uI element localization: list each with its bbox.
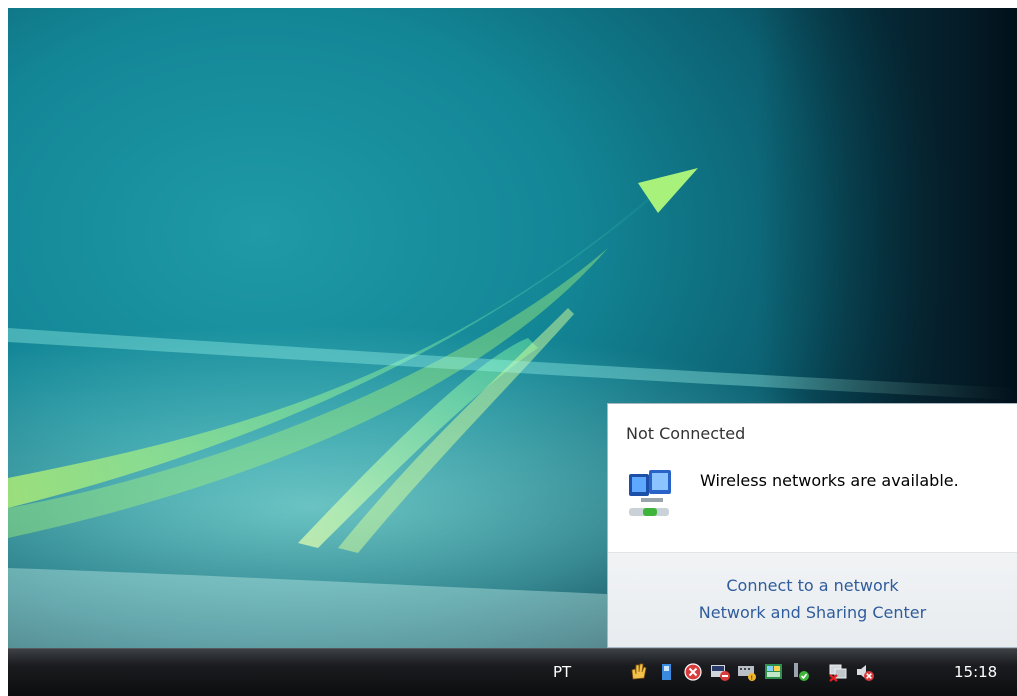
- notification-message: Wireless networks are available.: [700, 471, 959, 490]
- system-tray: !: [628, 659, 881, 685]
- window-icon[interactable]: [763, 661, 785, 683]
- network-sharing-center-link[interactable]: Network and Sharing Center: [608, 603, 1017, 622]
- wireless-network-icon: [623, 468, 683, 522]
- speaker-muted-icon[interactable]: [854, 661, 876, 683]
- network-disconnected-icon[interactable]: [827, 661, 849, 683]
- notification-body: Not Connected Wireless networks are avai…: [608, 404, 1017, 551]
- notification-title: Not Connected: [626, 424, 746, 443]
- svg-text:!: !: [751, 675, 753, 682]
- shield-x-icon[interactable]: [682, 661, 704, 683]
- keyboard-icon[interactable]: !: [736, 661, 758, 683]
- notification-footer: Connect to a network Network and Sharing…: [608, 552, 1017, 647]
- taskbar: PT ! 15:18: [8, 648, 1017, 696]
- language-indicator[interactable]: PT: [553, 663, 571, 681]
- connect-to-network-link[interactable]: Connect to a network: [608, 576, 1017, 595]
- clock[interactable]: 15:18: [954, 663, 997, 681]
- sync-check-icon[interactable]: [790, 661, 812, 683]
- usb-device-icon[interactable]: [655, 661, 677, 683]
- antivirus-icon[interactable]: [709, 661, 731, 683]
- hand-icon[interactable]: [628, 661, 650, 683]
- network-notification-popup: Not Connected Wireless networks are avai…: [607, 403, 1017, 648]
